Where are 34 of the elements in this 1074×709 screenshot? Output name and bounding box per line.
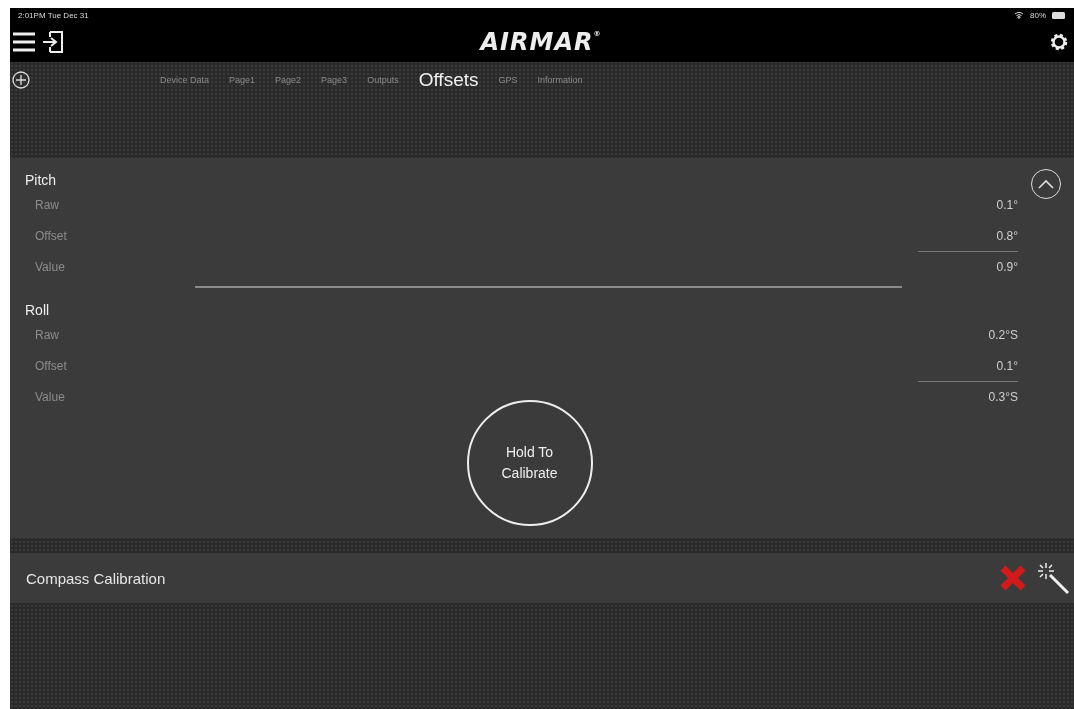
settings-icon[interactable] — [1048, 31, 1070, 53]
nav-tab[interactable]: GPS — [498, 75, 518, 85]
row-label: Raw — [34, 197, 60, 212]
wifi-icon — [1014, 11, 1024, 19]
row-value: 0.3°S — [918, 381, 1018, 412]
nav-tab[interactable]: Device Data — [160, 75, 210, 85]
nav-tab[interactable]: Outputs — [367, 75, 399, 85]
row-label: Offset — [34, 228, 68, 243]
nav-tab[interactable]: Offsets — [418, 69, 479, 91]
status-time: 2:01PM Tue Dec 31 — [18, 10, 89, 20]
row-value: 0.9° — [918, 251, 1018, 282]
calibrate-button[interactable]: Hold To Calibrate — [466, 400, 593, 526]
nav-tab[interactable]: Page2 — [275, 75, 302, 85]
section-title: Pitch — [25, 172, 57, 188]
nav-tab[interactable]: Page1 — [229, 75, 256, 85]
row-label: Value — [34, 389, 66, 404]
row-label: Raw — [34, 327, 60, 342]
row-value: 0.1° — [995, 357, 1018, 375]
menu-icon[interactable] — [12, 31, 36, 53]
battery-percent: 80% — [1030, 10, 1046, 20]
section-title: Roll — [25, 302, 50, 318]
row-value: 0.8° — [995, 227, 1018, 245]
row-value: 0.1° — [995, 196, 1018, 214]
row-label: Value — [34, 259, 66, 274]
chevron-up-icon — [1038, 179, 1054, 189]
nav-tab[interactable]: Information — [537, 75, 583, 85]
compass-label: Compass Calibration — [26, 569, 166, 587]
add-icon[interactable] — [12, 71, 30, 89]
nav-tab[interactable]: Page3 — [321, 75, 348, 85]
row-label: Offset — [34, 358, 68, 373]
row-value: 0.2°S — [987, 326, 1018, 344]
battery-icon — [1052, 11, 1066, 19]
magic-wand-icon[interactable] — [1036, 561, 1070, 595]
exit-icon[interactable] — [42, 30, 64, 54]
